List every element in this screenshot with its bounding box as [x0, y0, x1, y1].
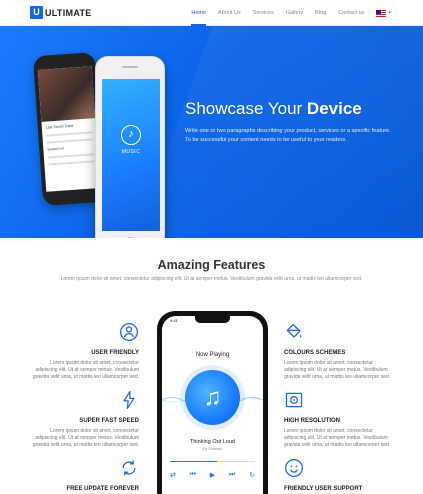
feature-description: Lorem ipsum dolor sit amet, consectetur …: [284, 428, 391, 448]
repeat-icon[interactable]: ↻: [249, 471, 255, 479]
previous-icon[interactable]: ⏮: [190, 471, 196, 479]
back-phone-screen: Last Sound Trace Sound List: [37, 66, 101, 192]
nav-contact-us[interactable]: Contact us: [332, 0, 370, 26]
hero-title-prefix: Showcase Your: [185, 99, 307, 118]
features-title: Amazing Features: [157, 258, 266, 272]
feature-description: Lorem ipsum dolor sit amet, consectetur …: [32, 360, 139, 380]
home-button: [125, 237, 136, 238]
refresh-icon: [122, 460, 136, 476]
feature-friendly-support: FRIENDLY USER SUPPORT: [284, 458, 394, 492]
back-phone-title: Last Sound Trace: [45, 123, 74, 130]
hero-description: Write one or two paragraphs describing y…: [185, 127, 400, 144]
music-label: MUSIC: [121, 149, 141, 155]
song-title: Thinking Out Loud: [190, 439, 235, 445]
site-header: U ULTIMATE Home About Us Services Galler…: [0, 0, 423, 26]
player-controls: ⇄ ⏮ ▶ ⏭ ↻: [170, 471, 255, 479]
progress-fill: [170, 461, 217, 462]
now-playing-label: Now Playing: [195, 352, 230, 358]
placeholder-line: [48, 160, 95, 166]
front-phone-image: ♪ MUSIC: [95, 56, 165, 238]
shuffle-icon[interactable]: ⇄: [170, 471, 176, 479]
feature-name: COLOURS SCHEMES: [284, 350, 346, 356]
feature-name: FRIENDLY USER SUPPORT: [284, 486, 363, 492]
feature-name: SUPER FAST SPEED: [79, 418, 139, 424]
paint-bucket-icon: [286, 323, 302, 338]
feature-user-friendly: USER FRIENDLY Lorem ipsum dolor sit amet…: [29, 322, 139, 381]
feature-colours-schemes: COLOURS SCHEMES Lorem ipsum dolor sit am…: [284, 322, 394, 381]
album-art-music-icon: ♫: [185, 370, 240, 425]
logo[interactable]: U ULTIMATE: [30, 6, 92, 19]
hero-title: Showcase Your Device: [185, 99, 362, 119]
features-subtitle: Lorem ipsum dolor sit amet, consectetur …: [60, 276, 363, 282]
nav-services[interactable]: Services: [247, 0, 280, 26]
feature-super-fast-speed: SUPER FAST SPEED Lorem ipsum dolor sit a…: [29, 390, 139, 449]
main-nav: Home About Us Services Gallery Blog Cont…: [185, 0, 391, 26]
player-screen: 9:41 Now Playing ♫ Thinking Out Loud Ed …: [162, 316, 263, 494]
logo-text: ULTIMATE: [45, 7, 92, 18]
feature-name: USER FRIENDLY: [91, 350, 139, 356]
hero-text-line-2: To be successful your content needs to b…: [185, 136, 347, 143]
hero-text-line-1: Write one or two paragraphs describing y…: [185, 128, 391, 134]
nav-gallery[interactable]: Gallery: [280, 0, 309, 26]
phone-notch: [195, 316, 230, 323]
back-phone-subtitle: Sound List: [47, 146, 65, 152]
play-icon[interactable]: ▶: [210, 471, 215, 479]
hero-section: Last Sound Trace Sound List ♪ MUSIC Show…: [0, 26, 423, 238]
nav-home[interactable]: Home: [185, 0, 212, 26]
nav-about-us[interactable]: About Us: [212, 0, 247, 26]
chevron-down-icon[interactable]: ▾: [388, 10, 391, 16]
hero-title-bold: Device: [306, 99, 362, 118]
placeholder-line: [46, 131, 93, 137]
nav-blog[interactable]: Blog: [309, 0, 332, 26]
placeholder-line: [46, 138, 93, 144]
next-icon[interactable]: ⏭: [229, 471, 235, 479]
center-phone-image: 9:41 Now Playing ♫ Thinking Out Loud Ed …: [157, 311, 268, 494]
feature-name: FREE UPDATE FOREVER: [66, 486, 139, 492]
status-time: 9:41: [170, 318, 178, 323]
album-photo: [37, 66, 96, 122]
feature-free-update: FREE UPDATE FOREVER: [29, 458, 139, 492]
placeholder-line: [47, 153, 94, 159]
feature-description: Lorem ipsum dolor sit amet, consectetur …: [284, 360, 391, 380]
bolt-icon: [123, 391, 135, 409]
progress-bar[interactable]: [170, 461, 255, 462]
phone-speaker: [122, 66, 138, 68]
us-flag-icon[interactable]: [376, 9, 387, 17]
feature-high-resolution: HIGH RESOLUTION Lorem ipsum dolor sit am…: [284, 390, 394, 449]
safe-icon: [285, 392, 303, 408]
artist-name: Ed Sheeran: [202, 447, 223, 451]
feature-description: Lorem ipsum dolor sit amet, consectetur …: [32, 428, 139, 448]
music-note-icon: ♪: [121, 125, 141, 145]
feature-name: HIGH RESOLUTION: [284, 418, 341, 424]
smiley-icon: [285, 459, 303, 477]
front-phone-screen: ♪ MUSIC: [102, 79, 160, 231]
user-icon: [120, 323, 138, 341]
logo-mark: U: [30, 6, 43, 19]
